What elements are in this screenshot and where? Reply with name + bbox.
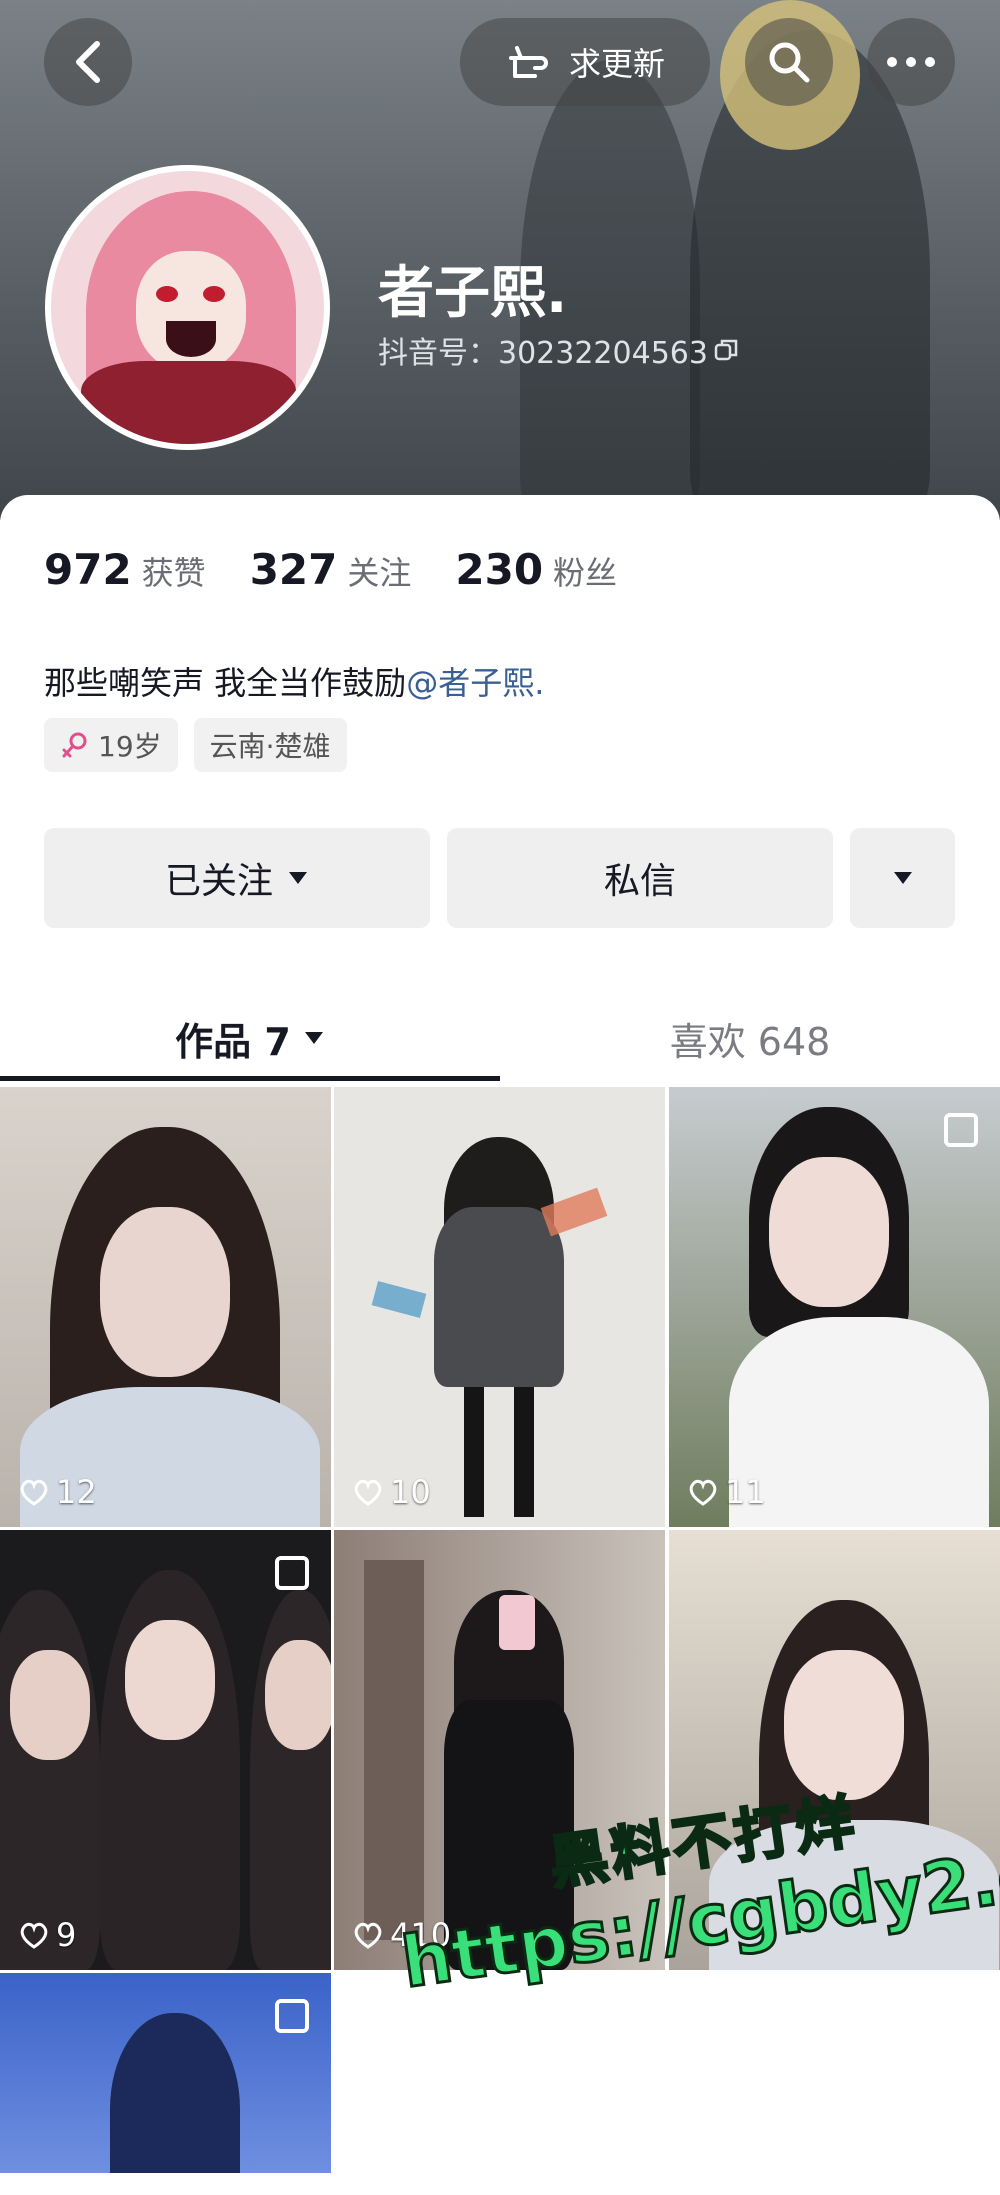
heart-icon	[689, 1479, 717, 1506]
like-count-value: 12	[56, 1473, 97, 1511]
like-count: 9	[18, 1916, 76, 1954]
more-dots-icon	[887, 57, 935, 67]
multi-image-icon	[944, 1113, 978, 1147]
heart-icon	[354, 1479, 382, 1506]
tab-likes-label: 喜欢 648	[669, 1019, 831, 1064]
profile-tags: 19岁 云南·楚雄	[44, 718, 347, 772]
message-button-label: 私信	[603, 861, 676, 902]
back-arrow-icon	[76, 41, 100, 83]
message-button[interactable]: 私信	[447, 828, 833, 928]
douyin-id[interactable]: 抖音号：30232204563	[378, 328, 740, 372]
heart-icon	[354, 1922, 382, 1949]
tab-likes[interactable]: 喜欢 648	[500, 990, 1000, 1086]
heart-icon	[20, 1922, 48, 1949]
request-update-label: 求更新	[568, 45, 665, 83]
bio: 那些嘲笑声 我全当作鼓励@者子熙.	[44, 658, 544, 704]
like-count: 10	[352, 1473, 431, 1511]
tab-works-label: 作品 7	[175, 1019, 291, 1064]
age-tag-label: 19岁	[98, 730, 162, 763]
stat-likes-count: 972	[44, 545, 132, 594]
stat-following[interactable]: 327 关注	[250, 545, 412, 594]
multi-image-icon	[275, 1556, 309, 1590]
more-button[interactable]	[867, 18, 955, 106]
stat-followers-label: 粉丝	[553, 554, 618, 592]
location-tag-label: 云南·楚雄	[209, 730, 331, 763]
nickname: 者子熙.	[378, 261, 568, 326]
search-icon	[769, 42, 810, 83]
request-update-button[interactable]: 求更新	[460, 18, 710, 106]
following-button[interactable]: 已关注	[44, 828, 430, 928]
bio-mention-link[interactable]: @者子熙.	[406, 664, 544, 702]
like-count: 12	[18, 1473, 97, 1511]
following-button-label: 已关注	[164, 861, 273, 902]
video-thumbnail[interactable]	[0, 1973, 331, 2173]
video-thumbnail[interactable]: 10	[334, 1087, 665, 1527]
stat-followers[interactable]: 230 粉丝	[455, 545, 617, 594]
location-tag: 云南·楚雄	[193, 718, 347, 772]
video-thumbnail[interactable]: 9	[0, 1530, 331, 1970]
copy-icon[interactable]	[714, 337, 740, 363]
profile-stats: 972 获赞 327 关注 230 粉丝	[44, 545, 661, 594]
stat-likes[interactable]: 972 获赞	[44, 545, 206, 594]
like-count: 11	[687, 1473, 766, 1511]
multi-image-icon	[275, 1999, 309, 2033]
caret-down-icon	[304, 1032, 323, 1044]
stat-following-label: 关注	[347, 554, 412, 592]
hand-point-icon	[508, 46, 548, 78]
like-count-value: 9	[56, 1916, 77, 1954]
video-thumbnail[interactable]: 11	[669, 1087, 1000, 1527]
douyin-id-text: 抖音号：30232204563	[378, 336, 708, 371]
stat-following-count: 327	[249, 545, 338, 594]
content-tabs: 作品 7 喜欢 648	[0, 990, 1000, 1086]
more-actions-button[interactable]	[850, 828, 955, 928]
video-thumbnail[interactable]: 12	[0, 1087, 331, 1527]
like-count-value: 10	[390, 1473, 431, 1511]
like-count-value: 11	[725, 1473, 766, 1511]
female-gender-icon	[62, 732, 87, 758]
back-button[interactable]	[44, 18, 132, 106]
avatar[interactable]	[45, 165, 330, 450]
search-button[interactable]	[745, 18, 833, 106]
stat-followers-count: 230	[455, 545, 544, 594]
bio-text: 那些嘲笑声 我全当作鼓励	[44, 664, 407, 702]
tab-works[interactable]: 作品 7	[0, 990, 500, 1086]
caret-down-icon	[893, 872, 912, 884]
caret-down-icon	[289, 872, 307, 884]
tab-active-indicator	[0, 1076, 500, 1081]
heart-icon	[20, 1479, 48, 1506]
stat-likes-label: 获赞	[141, 554, 206, 592]
age-tag: 19岁	[44, 718, 178, 772]
